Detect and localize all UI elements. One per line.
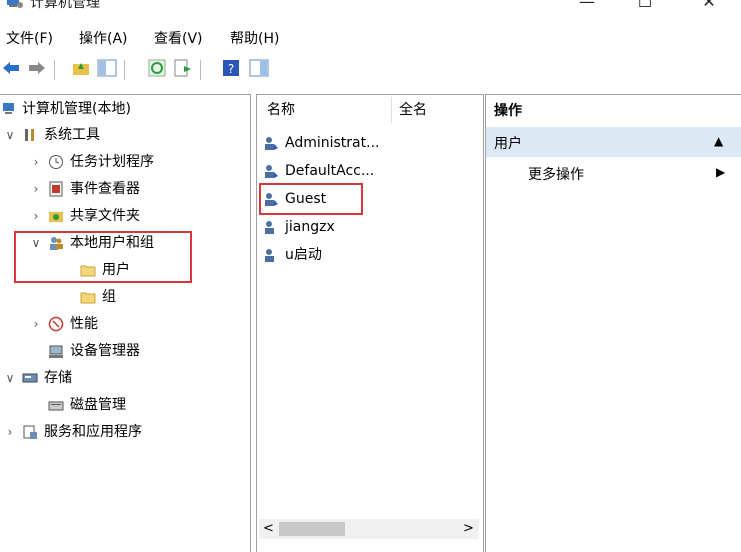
show-hide-tree-icon[interactable] (96, 57, 118, 79)
list-item-label: u启动 (285, 247, 322, 263)
computer-management-icon (7, 0, 23, 8)
action-section-users[interactable]: 用户 ▲ (486, 127, 741, 157)
tree-item-groups[interactable]: 组 (0, 285, 248, 309)
forward-arrow-icon[interactable] (26, 57, 48, 79)
scrollbar-thumb[interactable] (279, 522, 345, 536)
list-item[interactable]: DefaultAcc... (261, 159, 481, 183)
tree-label: 组 (102, 289, 116, 305)
close-button[interactable]: ✕ (686, 0, 732, 16)
menu-view[interactable]: 查看(V) (154, 28, 203, 48)
window-title: 计算机管理 (30, 0, 100, 11)
tree-label: 存储 (44, 370, 72, 386)
menu-bar: 文件(F) 操作(A) 查看(V) 帮助(H) (0, 24, 741, 50)
storage-icon (22, 373, 38, 383)
shared-folder-icon (49, 212, 63, 222)
navigation-tree: 计算机管理(本地) ∨ 系统工具 › 任务计划程序 › 事件查看器 › 共享文件… (0, 94, 251, 552)
export-list-icon[interactable] (172, 57, 194, 79)
highlight-box (14, 231, 192, 283)
toolbar-separator (200, 60, 201, 80)
tree-item-shared-folders[interactable]: › 共享文件夹 (0, 204, 248, 228)
tree-item-task-scheduler[interactable]: › 任务计划程序 (0, 150, 248, 174)
chevron-right-icon[interactable]: › (30, 204, 42, 228)
tree-item-storage[interactable]: ∨ 存储 (0, 366, 248, 390)
tree-label: 系统工具 (44, 127, 100, 143)
chevron-right-icon[interactable]: › (30, 312, 42, 336)
disk-icon (48, 401, 64, 411)
tree-item-performance[interactable]: › 性能 (0, 312, 248, 336)
chevron-right-icon[interactable]: › (4, 420, 16, 444)
menu-help[interactable]: 帮助(H) (230, 28, 279, 48)
refresh-icon[interactable] (146, 57, 168, 79)
tree-item-root[interactable]: 计算机管理(本地) (0, 97, 248, 121)
tree-label: 设备管理器 (70, 343, 140, 359)
user-icon (265, 137, 278, 150)
tree-label: 共享文件夹 (70, 208, 140, 224)
user-icon (265, 249, 274, 262)
column-header-fullname[interactable]: 全名 (399, 99, 427, 119)
list-item-label: DefaultAcc... (285, 163, 375, 179)
tree-item-event-viewer[interactable]: › 事件查看器 (0, 177, 248, 201)
toolbar-separator (124, 60, 125, 80)
services-icon (23, 425, 37, 439)
tree-label: 性能 (70, 316, 98, 332)
device-manager-icon (49, 345, 63, 358)
folder-icon (80, 292, 96, 304)
menu-action[interactable]: 操作(A) (79, 28, 128, 48)
collapse-up-icon[interactable]: ▲ (714, 134, 723, 148)
scroll-left-arrow[interactable]: < (263, 519, 274, 539)
tree-label: 磁盘管理 (70, 397, 126, 413)
tree-label: 计算机管理(本地) (22, 101, 131, 117)
user-icon (265, 165, 278, 178)
list-item[interactable]: u启动 (261, 243, 481, 267)
svg-text:?: ? (228, 62, 234, 76)
minimize-button[interactable]: — (564, 0, 610, 16)
event-viewer-icon (49, 181, 63, 197)
list-item[interactable]: jiangzx (261, 215, 481, 239)
highlight-box (259, 183, 363, 215)
user-list-pane: 名称 全名 Administrat... DefaultAcc... Guest… (256, 94, 484, 552)
list-item-label: jiangzx (285, 219, 335, 235)
action-pane-title: 操作 (494, 103, 522, 119)
more-actions-item[interactable]: 更多操作 ▶ (486, 161, 741, 187)
tree-item-disk-management[interactable]: 磁盘管理 (0, 393, 248, 417)
action-section-label: 用户 (494, 136, 522, 152)
clock-icon (49, 155, 63, 169)
user-icon (265, 221, 274, 234)
column-header-name[interactable]: 名称 (267, 99, 295, 119)
menu-file[interactable]: 文件(F) (6, 28, 53, 48)
tools-icon (25, 129, 34, 141)
tree-label: 事件查看器 (70, 181, 140, 197)
computer-management-icon (3, 103, 14, 114)
submenu-arrow-icon: ▶ (716, 165, 726, 179)
tree-item-device-manager[interactable]: 设备管理器 (0, 339, 248, 363)
help-icon[interactable]: ? (220, 57, 242, 79)
show-hide-action-pane-icon[interactable] (248, 57, 270, 79)
performance-icon (48, 316, 64, 332)
tree-item-services-apps[interactable]: › 服务和应用程序 (0, 420, 248, 444)
up-folder-icon[interactable] (70, 57, 92, 79)
list-header: 名称 全名 (257, 95, 483, 125)
title-bar: 计算机管理 — ☐ ✕ (0, 0, 741, 22)
chevron-right-icon[interactable]: › (30, 150, 42, 174)
tree-label: 任务计划程序 (70, 154, 154, 170)
chevron-right-icon[interactable]: › (30, 177, 42, 201)
more-actions-label: 更多操作 (528, 167, 584, 183)
list-item-label: Administrat... (285, 135, 380, 151)
tree-label: 服务和应用程序 (44, 424, 142, 440)
tree-item-system-tools[interactable]: ∨ 系统工具 (0, 123, 248, 147)
back-arrow-icon[interactable] (0, 57, 22, 79)
action-pane: 操作 用户 ▲ 更多操作 ▶ (485, 94, 741, 552)
scroll-right-arrow[interactable]: > (463, 519, 474, 539)
chevron-down-icon[interactable]: ∨ (4, 123, 16, 147)
toolbar: ? (0, 54, 741, 86)
maximize-button[interactable]: ☐ (622, 0, 668, 16)
list-item[interactable]: Administrat... (261, 131, 481, 155)
toolbar-separator (54, 60, 55, 80)
horizontal-scrollbar[interactable]: < > (259, 519, 479, 539)
column-divider[interactable] (391, 97, 392, 123)
chevron-down-icon[interactable]: ∨ (4, 366, 16, 390)
